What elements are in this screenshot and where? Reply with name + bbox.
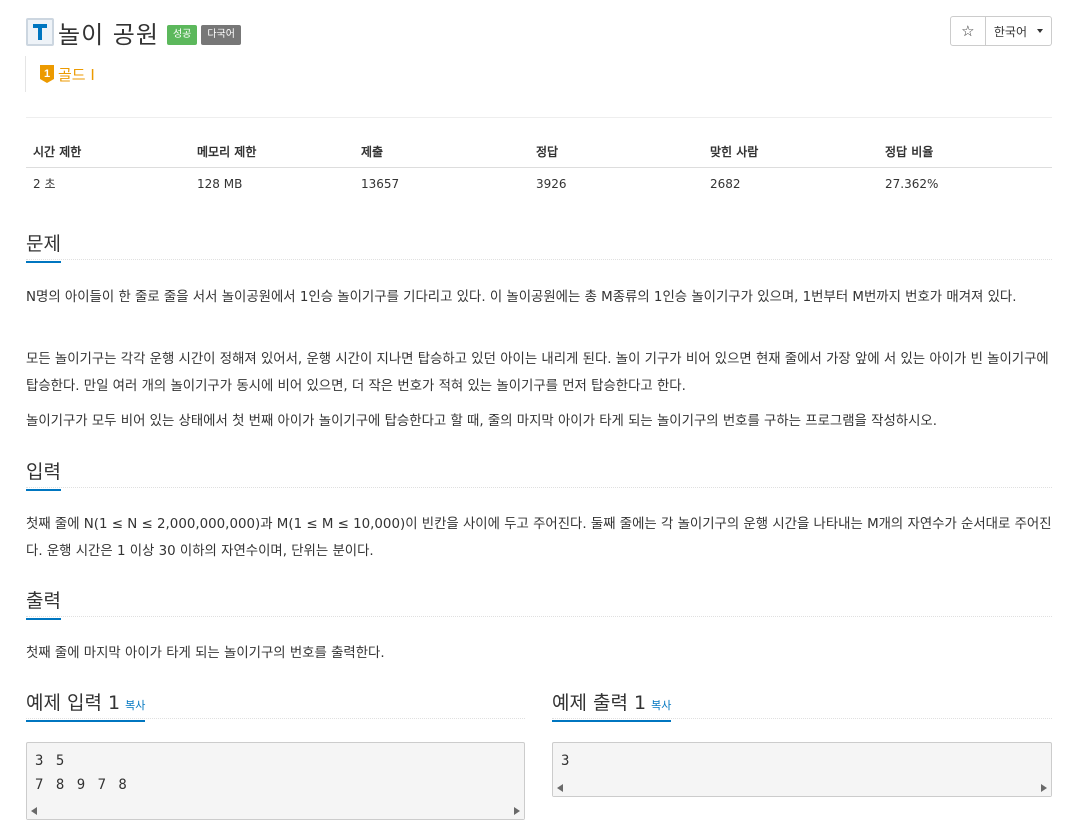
problem-paragraph-1: N명의 아이들이 한 줄로 줄을 서서 놀이공원에서 1인승 놀이기구를 기다리… bbox=[26, 290, 1017, 305]
sample-input-line: 3 5 bbox=[35, 753, 67, 769]
success-badge: 성공 bbox=[166, 25, 198, 45]
solved-users-value: 2682 bbox=[710, 176, 741, 191]
accepted-value: 3926 bbox=[536, 176, 567, 191]
scroll-left-icon[interactable] bbox=[31, 807, 37, 815]
favorite-button[interactable]: ☆ bbox=[949, 16, 986, 46]
scroll-left-icon[interactable] bbox=[557, 784, 563, 792]
sample-input-title: 예제 입력 1 bbox=[26, 692, 121, 714]
tier-indicator: 1 골드 I bbox=[25, 56, 95, 92]
output-description: 첫째 줄에 마지막 아이가 타게 되는 놀이기구의 번호를 출력한다. bbox=[26, 646, 385, 661]
scroll-right-icon[interactable] bbox=[1041, 784, 1047, 792]
table-row: 2 초 128 MB 13657 3926 2682 27.362% bbox=[26, 167, 1052, 200]
multilanguage-badge: 다국어 bbox=[201, 25, 241, 45]
section-divider bbox=[26, 259, 1052, 260]
section-divider bbox=[26, 487, 1052, 488]
copy-sample-input-button[interactable]: 복사 bbox=[125, 699, 145, 712]
submissions-value: 13657 bbox=[361, 176, 400, 191]
sample-output-box[interactable]: 3 bbox=[552, 742, 1052, 797]
problem-paragraph-3: 놀이기구가 모두 비어 있는 상태에서 첫 번째 아이가 놀이기구에 탑승한다고… bbox=[26, 414, 937, 429]
memory-limit-value: 128 MB bbox=[197, 176, 243, 191]
header-accepted: 정답 bbox=[529, 137, 703, 168]
problem-paragraph-2: 모든 놀이기구는 각각 운행 시간이 정해져 있어서, 운행 시간이 지나면 탑… bbox=[26, 352, 1049, 394]
header-accept-ratio: 정답 비율 bbox=[878, 137, 1052, 168]
output-section-title: 출력 bbox=[26, 586, 61, 620]
input-description: 첫째 줄에 N(1 ≤ N ≤ 2,000,000,000)과 M(1 ≤ M … bbox=[26, 517, 1052, 559]
language-label: 한국어 bbox=[993, 24, 1027, 39]
language-dropdown[interactable]: 한국어 bbox=[985, 16, 1052, 46]
sample-output-line: 3 bbox=[561, 753, 572, 769]
site-logo-icon[interactable] bbox=[26, 18, 54, 46]
accept-ratio-value: 27.362% bbox=[885, 176, 939, 191]
horizontal-scrollbar[interactable] bbox=[27, 803, 524, 819]
tier-number: 1 bbox=[44, 68, 50, 80]
copy-sample-output-button[interactable]: 복사 bbox=[651, 699, 671, 712]
sample-input-title-group: 예제 입력 1 복사 bbox=[26, 688, 146, 722]
star-icon: ☆ bbox=[961, 22, 975, 40]
sample-output-title: 예제 출력 1 bbox=[552, 692, 647, 714]
problem-header: 놀이 공원 성공 다국어 bbox=[26, 14, 245, 50]
tier-label: 골드 I bbox=[58, 65, 95, 84]
problem-info-table: 시간 제한 메모리 제한 제출 정답 맞힌 사람 정답 비율 2 초 128 M… bbox=[26, 137, 1052, 200]
sample-output-title-group: 예제 출력 1 복사 bbox=[552, 688, 672, 722]
table-header-row: 시간 제한 메모리 제한 제출 정답 맞힌 사람 정답 비율 bbox=[26, 137, 1052, 168]
problem-title: 놀이 공원 bbox=[58, 20, 159, 49]
header-actions: ☆ 한국어 bbox=[949, 16, 1052, 46]
input-section-title: 입력 bbox=[26, 457, 61, 491]
section-divider bbox=[26, 616, 1052, 617]
horizontal-scrollbar[interactable] bbox=[553, 780, 1051, 796]
caret-down-icon bbox=[1037, 29, 1043, 33]
gold-tier-icon: 1 bbox=[40, 65, 54, 83]
header-divider bbox=[26, 117, 1052, 118]
header-time-limit: 시간 제한 bbox=[26, 137, 190, 168]
header-submissions: 제출 bbox=[354, 137, 529, 168]
sample-input-box[interactable]: 3 5 7 8 9 7 8 bbox=[26, 742, 525, 820]
problem-section-title: 문제 bbox=[26, 229, 61, 263]
scroll-right-icon[interactable] bbox=[514, 807, 520, 815]
sample-input-line: 7 8 9 7 8 bbox=[35, 777, 129, 793]
time-limit-value: 2 초 bbox=[33, 177, 56, 192]
header-memory-limit: 메모리 제한 bbox=[190, 137, 354, 168]
header-solved-users: 맞힌 사람 bbox=[703, 137, 878, 168]
